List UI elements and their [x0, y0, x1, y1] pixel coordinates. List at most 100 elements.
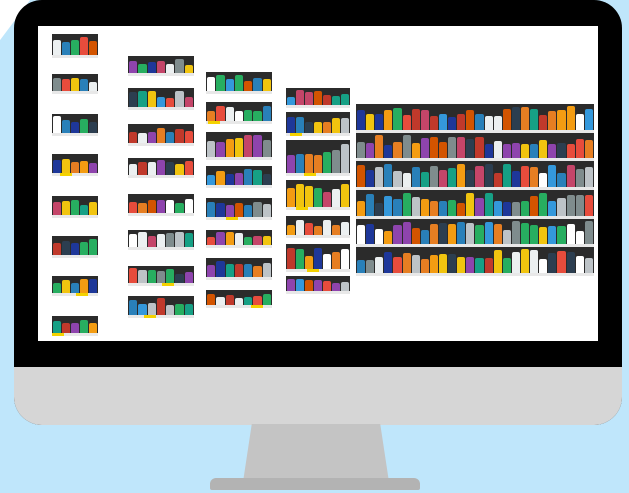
- shelf-row: [206, 200, 272, 217]
- product-item: [457, 222, 466, 245]
- product-item: [184, 64, 193, 73]
- product-item: [80, 204, 88, 215]
- shelf-row: [286, 246, 350, 269]
- product-item: [207, 111, 216, 121]
- price-tag: [52, 333, 65, 336]
- product-item: [80, 320, 88, 333]
- product-item: [493, 249, 502, 273]
- product-item: [384, 196, 393, 216]
- product-item: [314, 225, 322, 235]
- product-item: [175, 232, 184, 247]
- product-item: [305, 255, 313, 269]
- product-item: [244, 237, 253, 245]
- product-item: [332, 118, 340, 133]
- product-item: [584, 166, 593, 187]
- shelf-photo-slice: [52, 196, 98, 218]
- product-item: [225, 107, 234, 121]
- product-item: [457, 164, 466, 187]
- product-item: [393, 171, 402, 187]
- product-item: [156, 97, 166, 107]
- product-item: [475, 258, 484, 273]
- product-item: [323, 94, 331, 105]
- product-item: [520, 222, 530, 245]
- shelf-rail: [356, 215, 594, 219]
- shelf-rail: [356, 187, 594, 190]
- product-item: [225, 173, 234, 185]
- product-item: [530, 143, 539, 159]
- product-item: [520, 143, 530, 159]
- product-item: [457, 114, 466, 130]
- product-item: [530, 166, 539, 187]
- shelf-row: [52, 318, 98, 333]
- shelf-photo-slice: [206, 102, 272, 124]
- shelf-rail: [286, 235, 350, 238]
- product-item: [262, 203, 271, 217]
- product-item: [557, 110, 566, 130]
- product-item: [244, 168, 253, 185]
- product-item: [244, 297, 253, 305]
- shelf-photo-slice: [52, 114, 98, 136]
- shelf-photo-slice: [128, 124, 194, 146]
- product-item: [156, 127, 166, 143]
- product-item: [62, 322, 70, 333]
- product-item: [80, 278, 88, 293]
- shelf-rail: [356, 129, 594, 133]
- product-item: [448, 137, 457, 159]
- product-item: [175, 164, 184, 175]
- product-item: [384, 109, 393, 130]
- product-item: [475, 225, 484, 245]
- monitor-icon: [14, 0, 622, 425]
- shelf-row: [206, 260, 272, 277]
- product-item: [323, 151, 331, 173]
- shelf-row: [206, 168, 272, 185]
- product-item: [502, 109, 511, 130]
- product-item: [341, 282, 349, 291]
- product-item: [484, 193, 493, 216]
- shelf-row: [206, 74, 272, 91]
- product-item: [466, 138, 475, 159]
- product-item: [244, 134, 253, 157]
- product-item: [89, 163, 97, 173]
- product-item: [147, 200, 156, 213]
- product-item: [575, 139, 584, 159]
- product-item: [393, 225, 402, 245]
- product-item: [262, 263, 271, 277]
- shelf-photo-slice: [128, 56, 194, 76]
- product-item: [584, 109, 593, 130]
- product-item: [80, 241, 88, 255]
- product-item: [129, 300, 138, 315]
- shelf-photo-slice: [52, 276, 98, 296]
- product-item: [296, 116, 304, 133]
- shelf-row: [356, 134, 594, 159]
- shelf-photo-slice: [206, 230, 272, 248]
- product-item: [575, 256, 584, 273]
- product-item: [384, 251, 393, 273]
- product-item: [287, 117, 295, 133]
- product-item: [147, 91, 156, 107]
- product-item: [475, 136, 484, 159]
- product-item: [475, 166, 484, 187]
- shelf-row: [128, 196, 194, 213]
- shelf-row: [52, 238, 98, 255]
- product-item: [566, 223, 575, 245]
- product-item: [466, 110, 475, 130]
- product-item: [138, 304, 147, 315]
- shelf-row: [206, 134, 272, 157]
- product-item: [296, 249, 304, 269]
- product-item: [429, 254, 438, 273]
- shelf-rail: [356, 244, 594, 248]
- product-item: [341, 143, 349, 173]
- product-item: [457, 257, 466, 273]
- product-item: [53, 39, 61, 55]
- product-item: [393, 107, 402, 130]
- shelf-rail: [128, 283, 194, 286]
- product-item: [244, 263, 253, 277]
- product-item: [511, 106, 520, 130]
- product-item: [53, 242, 61, 255]
- product-item: [341, 94, 349, 105]
- product-item: [366, 169, 375, 187]
- product-item: [557, 143, 566, 159]
- product-item: [129, 131, 138, 143]
- product-item: [466, 257, 475, 273]
- product-item: [375, 167, 384, 187]
